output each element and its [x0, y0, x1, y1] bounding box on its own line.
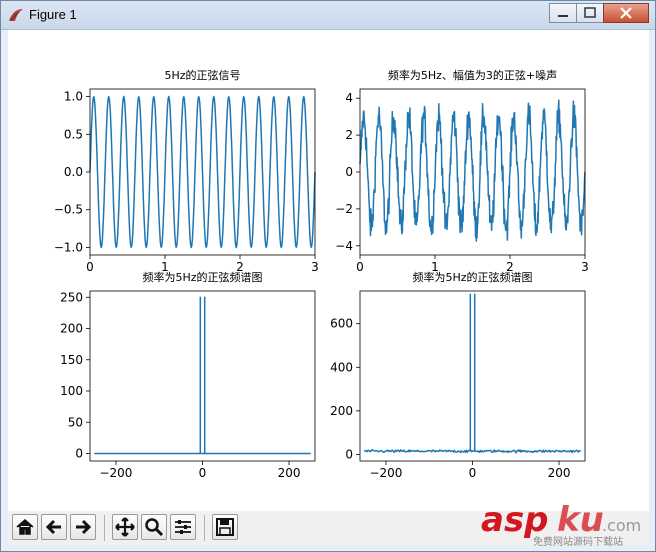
y-tick-label: 150	[60, 353, 83, 367]
series-line	[359, 99, 586, 242]
subplot-title: 频率为5Hz的正弦频谱图	[142, 270, 262, 284]
tk-feather-icon	[9, 9, 23, 21]
window-controls	[549, 3, 649, 23]
watermark-brand-accent: ku	[557, 503, 604, 540]
save-icon	[216, 518, 234, 536]
series-line	[94, 296, 311, 455]
x-tick-label: 0	[356, 260, 364, 274]
maximize-button[interactable]	[576, 3, 604, 23]
y-tick-label: 4	[345, 91, 353, 105]
y-tick-label: 250	[60, 290, 83, 304]
y-tick-label: −4	[335, 239, 353, 253]
y-tick-label: 0	[345, 165, 353, 179]
configure-subplots-button[interactable]	[170, 514, 196, 540]
watermark-brand-main: asp	[481, 503, 549, 540]
x-tick-label: 3	[311, 260, 319, 274]
watermark-brand-suffix: .com	[602, 516, 641, 535]
y-tick-label: 400	[330, 360, 353, 374]
minimize-button[interactable]	[549, 3, 577, 23]
close-icon	[620, 7, 632, 19]
maximize-icon	[584, 7, 596, 18]
window-title: Figure 1	[29, 7, 77, 22]
subplot-title: 5Hz的正弦信号	[164, 68, 240, 82]
watermark-tagline: 免费网站源码下载站	[533, 535, 623, 547]
subplot-2: 频率为5Hz、幅值为3的正弦+噪声0 1 2 3−4−2024	[335, 68, 589, 274]
configure-icon	[175, 520, 191, 534]
y-tick-label: −2	[335, 202, 353, 216]
y-tick-label: 200	[60, 322, 83, 336]
y-tick-label: −0.5	[54, 203, 83, 217]
y-tick-label: 1.0	[64, 90, 83, 104]
y-tick-label: 0.0	[64, 165, 83, 179]
back-button[interactable]	[41, 514, 67, 540]
subplot-1: 5Hz的正弦信号0 1 2 3−1.0−0.50.00.51.0	[54, 68, 319, 274]
subplot-title: 频率为5Hz的正弦频谱图	[412, 270, 532, 284]
x-tick-label: 0	[469, 466, 477, 480]
x-tick-label: 3	[581, 260, 589, 274]
home-button[interactable]	[12, 514, 38, 540]
x-tick-label: 200	[278, 466, 301, 480]
x-tick-label: −200	[369, 466, 402, 480]
subplot-title: 频率为5Hz、幅值为3的正弦+噪声	[388, 68, 557, 82]
y-tick-label: 0	[75, 447, 83, 461]
y-tick-label: 0	[345, 447, 353, 461]
zoom-icon	[145, 518, 164, 537]
plots-svg: 5Hz的正弦信号0 1 2 3−1.0−0.50.00.51.0频率为5Hz、幅值为3…	[54, 68, 589, 480]
pan-icon	[115, 517, 135, 537]
x-tick-label: −200	[99, 466, 132, 480]
close-button[interactable]	[603, 3, 649, 23]
forward-icon	[76, 519, 92, 535]
save-button[interactable]	[212, 514, 238, 540]
title-bar[interactable]: Figure 1	[1, 1, 655, 30]
y-tick-label: 600	[330, 317, 353, 331]
y-tick-label: 100	[60, 384, 83, 398]
y-tick-label: 50	[68, 415, 83, 429]
axes-frame	[359, 290, 586, 462]
y-tick-label: −1.0	[54, 240, 83, 254]
aspku-watermark: asp ku .com 免费网站源码下载站	[481, 503, 641, 547]
series-line	[89, 95, 316, 249]
x-tick-label: 200	[548, 466, 571, 480]
figure-window: Figure 1 5Hz的正弦信号 0 1 2 3 −1.0 −0.5 0.0 0.5 1.0 频率…	[0, 0, 656, 552]
y-tick-label: 200	[330, 404, 353, 418]
axes-frame	[89, 290, 316, 462]
figure-canvas[interactable]: 5Hz的正弦信号 0 1 2 3 −1.0 −0.5 0.0 0.5 1.0 频率为5Hz、幅值为3…	[8, 30, 649, 511]
back-icon	[45, 519, 61, 535]
x-tick-label: 0	[86, 260, 94, 274]
x-tick-label: 0	[199, 466, 207, 480]
forward-button[interactable]	[70, 514, 96, 540]
minimize-icon	[558, 15, 568, 17]
subplot-4: 频率为5Hz的正弦频谱图 −200 0 200 0 200 400 600	[330, 270, 586, 480]
series-line	[363, 293, 581, 454]
home-icon	[16, 519, 34, 535]
y-tick-label: 2	[345, 128, 353, 142]
zoom-button[interactable]	[141, 514, 167, 540]
y-tick-label: 0.5	[64, 127, 83, 141]
toolbar-separator	[204, 515, 205, 541]
subplot-3: 频率为5Hz的正弦频谱图 −200 0 200 0 50 100 150 200 250	[60, 270, 316, 480]
toolbar-separator	[104, 515, 105, 541]
pan-button[interactable]	[112, 514, 138, 540]
